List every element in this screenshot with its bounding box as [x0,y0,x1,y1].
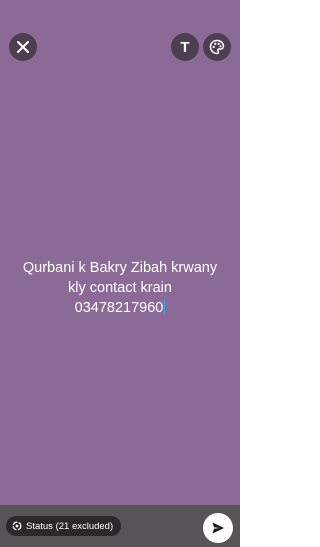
text-cursor [164,299,166,314]
text-icon: T [180,38,190,56]
send-icon [212,522,224,534]
close-button[interactable] [9,33,37,61]
palette-icon [209,39,225,55]
status-text-line-1: Qurbani k Bakry Zibah krwany [22,260,218,276]
status-privacy-button[interactable]: Status (21 excluded) [6,516,122,536]
phone-number: 03478217960 [74,300,164,316]
status-text-editor[interactable]: Qurbani k Bakry Zibah krwany kly contact… [0,258,240,318]
status-composer-screen: T Qurbani k Bakry Zibah krwany kly conta… [0,0,240,547]
text-style-button[interactable]: T [171,33,199,61]
send-button[interactable] [203,513,233,543]
status-ring-icon [12,521,22,531]
close-icon [17,41,29,53]
status-text-line-2: kly contact krain [68,280,172,296]
color-palette-button[interactable] [203,33,231,61]
status-text-line-3: 03478217960 [0,298,240,318]
bottom-bar: Status (21 excluded) [0,505,240,547]
status-privacy-label: Status (21 excluded) [26,520,114,532]
